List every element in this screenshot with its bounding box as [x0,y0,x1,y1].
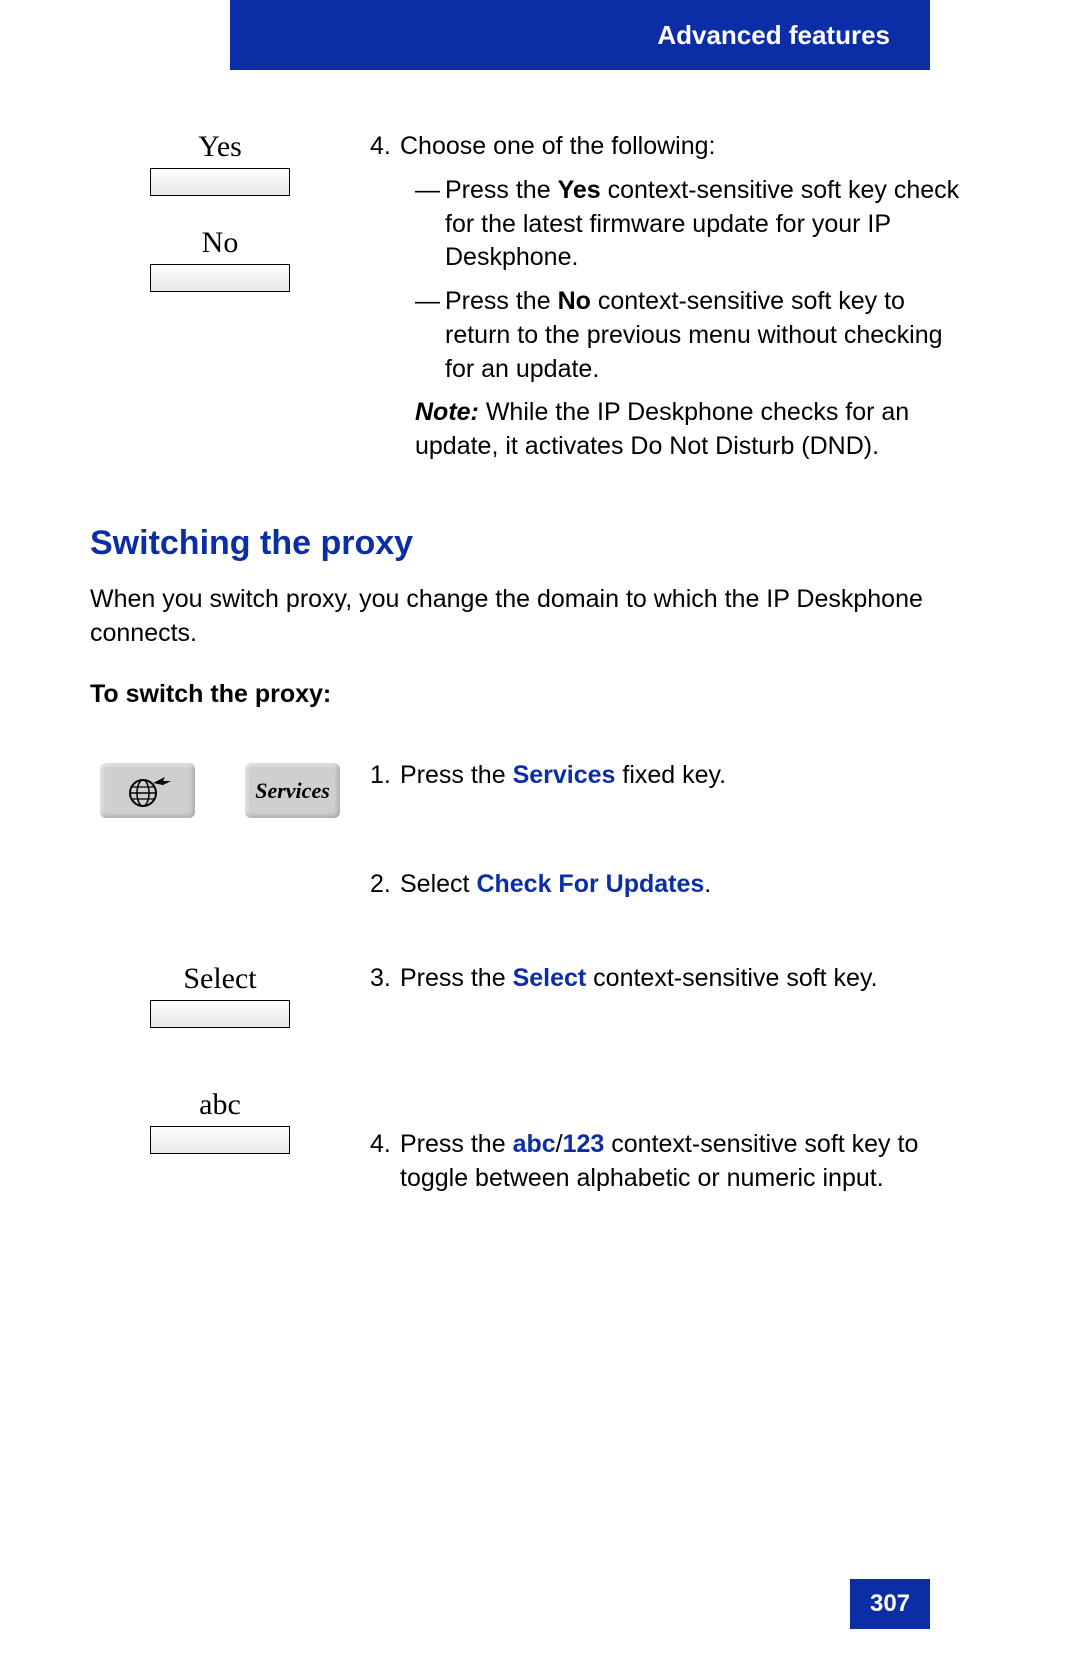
step4b-row: abc 4. Press the abc/123 context-sensiti… [90,1088,960,1206]
opt2-text: Press the No context-sensitive soft key … [445,285,960,386]
abc-softkey [150,1126,290,1154]
s1-num: 1. [370,759,400,793]
step4b-text: 4. Press the abc/123 context-sensitive s… [370,1088,960,1206]
no-softkey [150,264,290,292]
step4b-left: abc [90,1088,370,1206]
opt1-a: Press the [445,176,558,204]
note-label: Note: [415,398,479,426]
softkey-column: Yes No [90,130,370,464]
step4-opt2: — Press the No context-sensitive soft ke… [415,285,960,386]
step2-line: 2. Select Check For Updates. [370,868,960,902]
step1-text: 1. Press the Services fixed key. [370,759,960,818]
step1-left: Services [90,759,370,818]
s1-b: Services [513,761,616,789]
services-key-icons: Services [100,763,340,818]
step4-sublist: — Press the Yes context-sensitive soft k… [370,174,960,387]
step4-row: Yes No 4. Choose one of the following: —… [90,130,960,464]
step3-left: Select [90,962,370,1058]
section-sub: To switch the proxy: [90,680,960,709]
section-intro: When you switch proxy, you change the do… [90,583,960,651]
s3-c: context-sensitive soft key. [586,964,877,992]
page-number: 307 [850,1579,930,1629]
dash-2: — [415,285,445,386]
s3-text: Press the Select context-sensitive soft … [400,962,960,996]
s3-b: Select [513,964,587,992]
s4-d: 123 [563,1130,605,1158]
yes-label: Yes [198,130,242,164]
s1-a: Press the [400,761,513,789]
step1-line: 1. Press the Services fixed key. [370,759,960,793]
step4-num: 4. [370,130,400,164]
services-key-label: Services [255,778,330,804]
page-number-text: 307 [870,1590,910,1618]
step4-intro: Choose one of the following: [400,130,960,164]
step4-opt1: — Press the Yes context-sensitive soft k… [415,174,960,275]
dash-1: — [415,174,445,275]
opt2-b: No [558,287,591,315]
s4-slash: / [556,1130,563,1158]
section-title: Switching the proxy [90,524,960,563]
s2-c: . [704,870,711,898]
s4-b: abc [513,1130,556,1158]
select-label: Select [183,962,256,996]
s2-text: Select Check For Updates. [400,868,960,902]
opt1-text: Press the Yes context-sensitive soft key… [445,174,960,275]
step2-text: 2. Select Check For Updates. [370,868,960,912]
s2-num: 2. [370,868,400,902]
step1-row: Services 1. Press the Services fixed key… [90,759,960,818]
step4b-line: 4. Press the abc/123 context-sensitive s… [370,1128,960,1196]
s3-a: Press the [400,964,513,992]
step4-line: 4. Choose one of the following: [370,130,960,164]
opt1-b: Yes [558,176,601,204]
globe-key-icon [100,763,195,818]
s4-text: Press the abc/123 context-sensitive soft… [400,1128,960,1196]
s1-text: Press the Services fixed key. [400,759,960,793]
s1-c: fixed key. [615,761,726,789]
s4-num: 4. [370,1128,400,1196]
s2-a: Select [400,870,476,898]
step2-left [90,868,370,912]
services-key-icon: Services [245,763,340,818]
globe-arrow-icon [123,773,173,809]
s4-a: Press the [400,1130,513,1158]
opt2-a: Press the [445,287,558,315]
header-bar: Advanced features [230,0,930,70]
step3-row: Select 3. Press the Select context-sensi… [90,962,960,1058]
s2-b: Check For Updates [476,870,704,898]
yes-softkey [150,168,290,196]
note-block: Note: While the IP Deskphone checks for … [370,396,960,464]
step4-text: 4. Choose one of the following: — Press … [370,130,960,464]
step3-line: 3. Press the Select context-sensitive so… [370,962,960,996]
note-text: While the IP Deskphone checks for an upd… [415,398,909,460]
header-title: Advanced features [657,20,890,51]
s3-num: 3. [370,962,400,996]
step2-row: 2. Select Check For Updates. [90,868,960,912]
content-area: Yes No 4. Choose one of the following: —… [90,130,960,1256]
select-softkey [150,1000,290,1028]
abc-label: abc [199,1088,241,1122]
no-label: No [202,226,239,260]
step3-text: 3. Press the Select context-sensitive so… [370,962,960,1058]
